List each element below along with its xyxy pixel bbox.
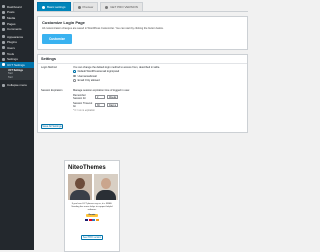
paypal-donate-button[interactable]: Donate: [86, 213, 98, 218]
settings-header: Settings: [38, 55, 247, 64]
chevron-down-icon: ▾: [114, 103, 116, 107]
sidebar-item-label: Posts: [7, 10, 15, 15]
sidebar-item-label: Media: [7, 15, 16, 20]
tab-label: GET PRO VERSION: [110, 5, 138, 9]
tools-icon: [2, 52, 5, 56]
users-icon: [2, 46, 5, 50]
submenu-item-label: UCT Settings: [8, 68, 24, 72]
media-icon: [2, 16, 5, 20]
promo-brand: NiteoThemes: [68, 165, 106, 171]
remember-session-label: Remember Session for: [73, 94, 86, 101]
tab-label: Basic settings: [47, 5, 66, 9]
tab-label: Preview: [82, 5, 94, 9]
remember-session-field: Remember Session for 2 Week ▾: [73, 94, 244, 100]
submenu-item-tool[interactable]: Tool: [0, 76, 34, 80]
customize-title: Customize Login Page: [42, 20, 85, 25]
sidebar-item-label: Comments: [7, 27, 22, 32]
sidebar-item-label: Settings: [7, 57, 18, 62]
sidebar-item-label: Pages: [7, 21, 16, 26]
author-photo: [94, 174, 118, 200]
login-method-row: Login Method You can change the default …: [38, 64, 247, 85]
session-note: * 0 = no no expiration: [73, 110, 95, 113]
pages-icon: [2, 22, 5, 26]
login-method-option[interactable]: Default WordPress/email login/pswd: [73, 70, 244, 73]
sidebar-item-label: Tools: [7, 51, 15, 56]
plugins-icon: [2, 40, 5, 44]
sidebar-item-label: Users: [7, 45, 15, 50]
gear-icon: [42, 5, 45, 9]
login-method-label: Login Method: [41, 65, 57, 69]
tab-basic-settings[interactable]: Basic settings: [37, 2, 71, 11]
login-method-description: You can change the default login method …: [73, 65, 160, 69]
sidebar-item-label: Plugins: [7, 40, 17, 45]
session-timeout-field: Session Timeout for 30 Days ▾: [73, 102, 244, 108]
remember-session-unit-select[interactable]: Week ▾: [107, 95, 118, 100]
session-expiration-row: Session Expiration Manage session expira…: [38, 87, 247, 114]
appearance-icon: [2, 35, 5, 39]
lock-icon: [2, 63, 5, 67]
login-method-option[interactable]: Username/Email: [73, 75, 244, 78]
sidebar-item-label: Dashboard: [7, 4, 22, 9]
session-expiration-label: Session Expiration: [41, 89, 63, 93]
collapse-menu-button[interactable]: Collapse menu: [0, 82, 34, 88]
sidebar-submenu: UCT Settings Tool Tool: [0, 67, 34, 81]
radio-label: Username/Email: [77, 74, 97, 78]
chevron-down-icon: ▾: [115, 95, 117, 99]
collapse-icon: [2, 83, 5, 87]
promo-photos: [68, 174, 119, 200]
promo-box: NiteoThemes If you love UCT please say s…: [64, 160, 120, 252]
posts-icon: [2, 10, 5, 14]
session-timeout-unit-select[interactable]: Days ▾: [107, 103, 118, 108]
submenu-item-label: Tool: [8, 72, 13, 76]
customize-button[interactable]: Customize: [42, 33, 72, 44]
promo-text: If you love UCT please say so, it is FRE…: [71, 203, 113, 211]
star-icon: [105, 5, 109, 9]
submenu-item-label: Tool: [8, 76, 13, 80]
pro-version-button[interactable]: See PRO version: [81, 235, 103, 241]
customize-description: All customization changes are saved in W…: [42, 26, 164, 30]
session-timeout-input[interactable]: 30: [95, 103, 105, 108]
radio-label: Email Only allowed: [77, 79, 100, 83]
tab-get-pro[interactable]: GET PRO VERSION: [100, 2, 143, 11]
session-timeout-label: Session Timeout for: [73, 102, 93, 109]
remember-session-input[interactable]: 2: [95, 95, 105, 100]
customize-panel: Customize Login Page All customization c…: [37, 16, 248, 50]
eye-icon: [77, 5, 81, 9]
settings-panel: Settings Login Method You can change the…: [37, 53, 248, 134]
radio-button[interactable]: [73, 79, 76, 83]
sidebar-item-label: Appearance: [7, 34, 24, 39]
main-content: Basic settings Preview GET PRO VERSION C…: [37, 2, 248, 134]
tab-bar: Basic settings Preview GET PRO VERSION: [37, 2, 248, 12]
dashboard-icon: [2, 5, 5, 9]
radio-button[interactable]: [73, 70, 76, 73]
login-method-option[interactable]: Email Only allowed: [73, 79, 244, 82]
radio-button[interactable]: [73, 74, 76, 78]
sidebar-item-label: UCT Settings: [7, 62, 25, 67]
comments-icon: [2, 27, 5, 31]
settings-icon: [2, 57, 5, 61]
collapse-menu-label: Collapse menu: [7, 83, 28, 88]
payment-cards-icon: [84, 218, 100, 222]
select-value: Days: [109, 103, 115, 107]
author-photo: [68, 174, 92, 200]
tab-preview[interactable]: Preview: [72, 2, 99, 11]
session-expiration-description: Manage session expiration time of logged…: [73, 89, 130, 93]
admin-sidebar: Dashboard Posts Media Pages Comments App…: [0, 0, 34, 250]
radio-label: Default WordPress/email login/pswd: [77, 70, 120, 74]
